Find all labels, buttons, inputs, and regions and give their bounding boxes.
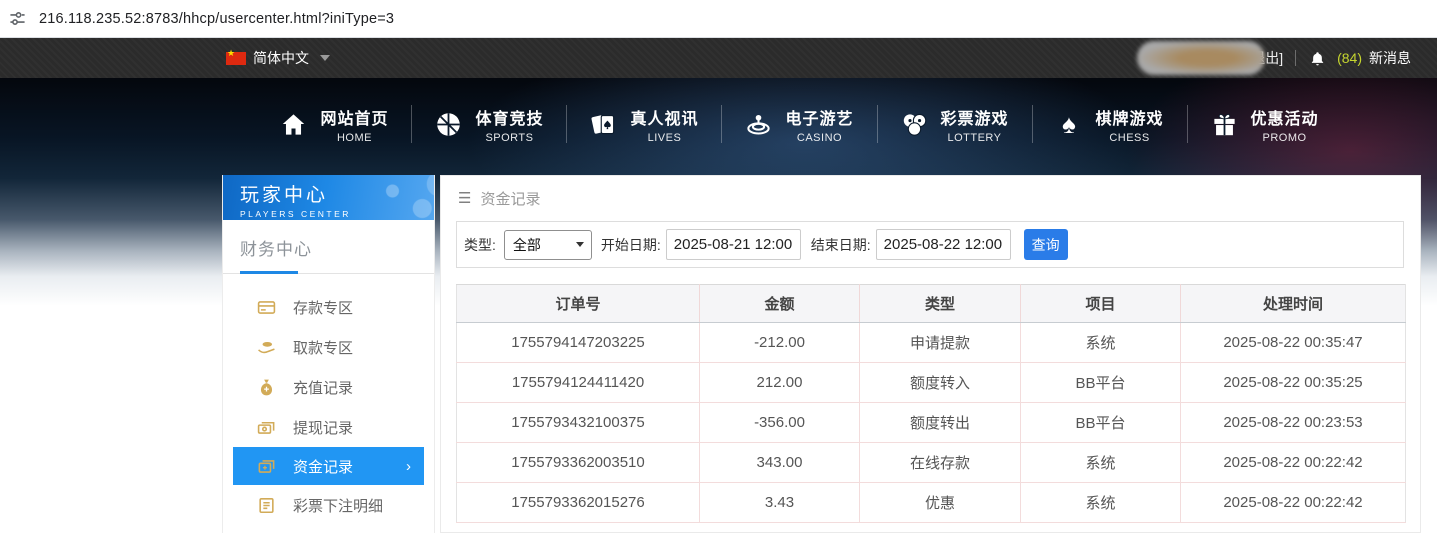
col-amount: 金额 [700,285,860,323]
sidebar-item-recharge-records[interactable]: 充值记录 [223,367,434,407]
nav-item-lottery[interactable]: 彩票游戏 LOTTERY [878,105,1032,144]
sidebar-item-deposit-zone[interactable]: 存款专区 [223,287,434,327]
funds-records-table: 订单号 金额 类型 项目 处理时间 1755794147203225 -212.… [456,284,1406,523]
bell-icon[interactable] [1310,50,1325,67]
type-select[interactable]: 全部 [504,230,592,260]
sidebar-header: 玩家中心 PLAYERS CENTER [223,175,434,220]
nav-item-sports[interactable]: 体育竞技 SPORTS [412,105,566,144]
cn-flag-icon [226,52,246,65]
browser-address-bar[interactable]: 216.118.235.52:8783/hhcp/usercenter.html… [0,0,1437,38]
page-title-bar: ☰ 资金记录 [441,176,1420,220]
playing-cards-icon [590,111,617,138]
money-bag-icon [257,378,276,397]
main-nav: 网站首页 HOME 体育竞技 SPORTS 真人视讯 LIVES 电子游艺 [0,78,1437,170]
nav-item-chess[interactable]: ♠ 棋牌游戏 CHESS [1033,105,1187,144]
language-selector[interactable]: 简体中文 [226,38,330,78]
table-row: 1755794147203225 -212.00 申请提款 系统 2025-08… [457,323,1406,363]
sidebar-item-funds-records[interactable]: 资金记录 › [233,447,424,485]
language-label: 简体中文 [253,48,309,68]
col-order-no: 订单号 [457,285,700,323]
filter-bar: 类型: 全部 开始日期: 结束日期: 查询 [456,221,1404,268]
document-icon [257,496,276,515]
start-date-label: 开始日期: [601,235,661,255]
table-row: 1755793432100375 -356.00 额度转出 BB平台 2025-… [457,403,1406,443]
url-text[interactable]: 216.118.235.52:8783/hhcp/usercenter.html… [39,11,394,27]
coins-icon [257,457,276,476]
col-type: 类型 [860,285,1021,323]
end-date-input[interactable] [876,229,1011,260]
roulette-icon [745,111,772,138]
table-row: 1755794124411420 212.00 额度转入 BB平台 2025-0… [457,363,1406,403]
new-messages-link[interactable]: 新消息 [1369,48,1411,68]
gift-icon [1211,111,1238,138]
type-label: 类型: [464,235,496,255]
lottery-balls-icon [901,111,928,138]
select-caret-icon [576,242,584,247]
hamburger-icon: ☰ [458,189,471,207]
spade-icon: ♠ [1056,111,1083,138]
sidebar-item-yabao-bet-records[interactable]: 压宝投注记录 [223,525,434,533]
start-date-input[interactable] [666,229,801,260]
cash-notes-icon [257,418,276,437]
sidebar-section-title: 财务中心 [223,220,434,260]
home-icon [280,111,307,138]
col-process-time: 处理时间 [1181,285,1406,323]
sidebar-item-withdrawal-records[interactable]: 提现记录 [223,407,434,447]
player-center-sidebar: 玩家中心 PLAYERS CENTER 财务中心 存款专区 取款专区 [222,175,435,533]
basketball-icon [435,111,462,138]
sidebar-title: 玩家中心 [240,180,434,207]
col-project: 项目 [1021,285,1181,323]
site-topbar: 简体中文 退出] (84) 新消息 [0,38,1437,78]
table-header-row: 订单号 金额 类型 项目 处理时间 [457,285,1406,323]
table-row: 1755793362003510 343.00 在线存款 系统 2025-08-… [457,443,1406,483]
redacted-username [1137,41,1265,75]
end-date-label: 结束日期: [811,235,871,255]
nav-item-casino[interactable]: 电子游艺 CASINO [722,105,876,144]
sidebar-menu: 存款专区 取款专区 充值记录 [223,287,434,533]
divider [1295,50,1296,66]
message-count-badge[interactable]: (84) [1337,50,1362,66]
funds-records-panel: ☰ 资金记录 类型: 全部 开始日期: 结束日期: 查询 订单号 金额 类型 项… [440,175,1421,533]
table-row: 1755793362015276 3.43 优惠 系统 2025-08-22 0… [457,483,1406,523]
section-underline [223,271,434,274]
sidebar-item-lottery-bet-details[interactable]: 彩票下注明细 [223,485,434,525]
sidebar-subtitle: PLAYERS CENTER [240,209,434,219]
nav-item-home[interactable]: 网站首页 HOME [257,105,411,144]
search-button[interactable]: 查询 [1024,229,1068,260]
bank-card-icon [257,298,276,317]
nav-item-promo[interactable]: 优惠活动 PROMO [1188,105,1342,144]
chevron-right-icon: › [406,458,411,475]
hand-money-icon [257,338,276,357]
sidebar-item-withdraw-zone[interactable]: 取款专区 [223,327,434,367]
page-title: 资金记录 [480,188,540,209]
chevron-down-icon [320,55,330,61]
site-permissions-icon[interactable] [9,10,26,27]
nav-item-lives[interactable]: 真人视讯 LIVES [567,105,721,144]
